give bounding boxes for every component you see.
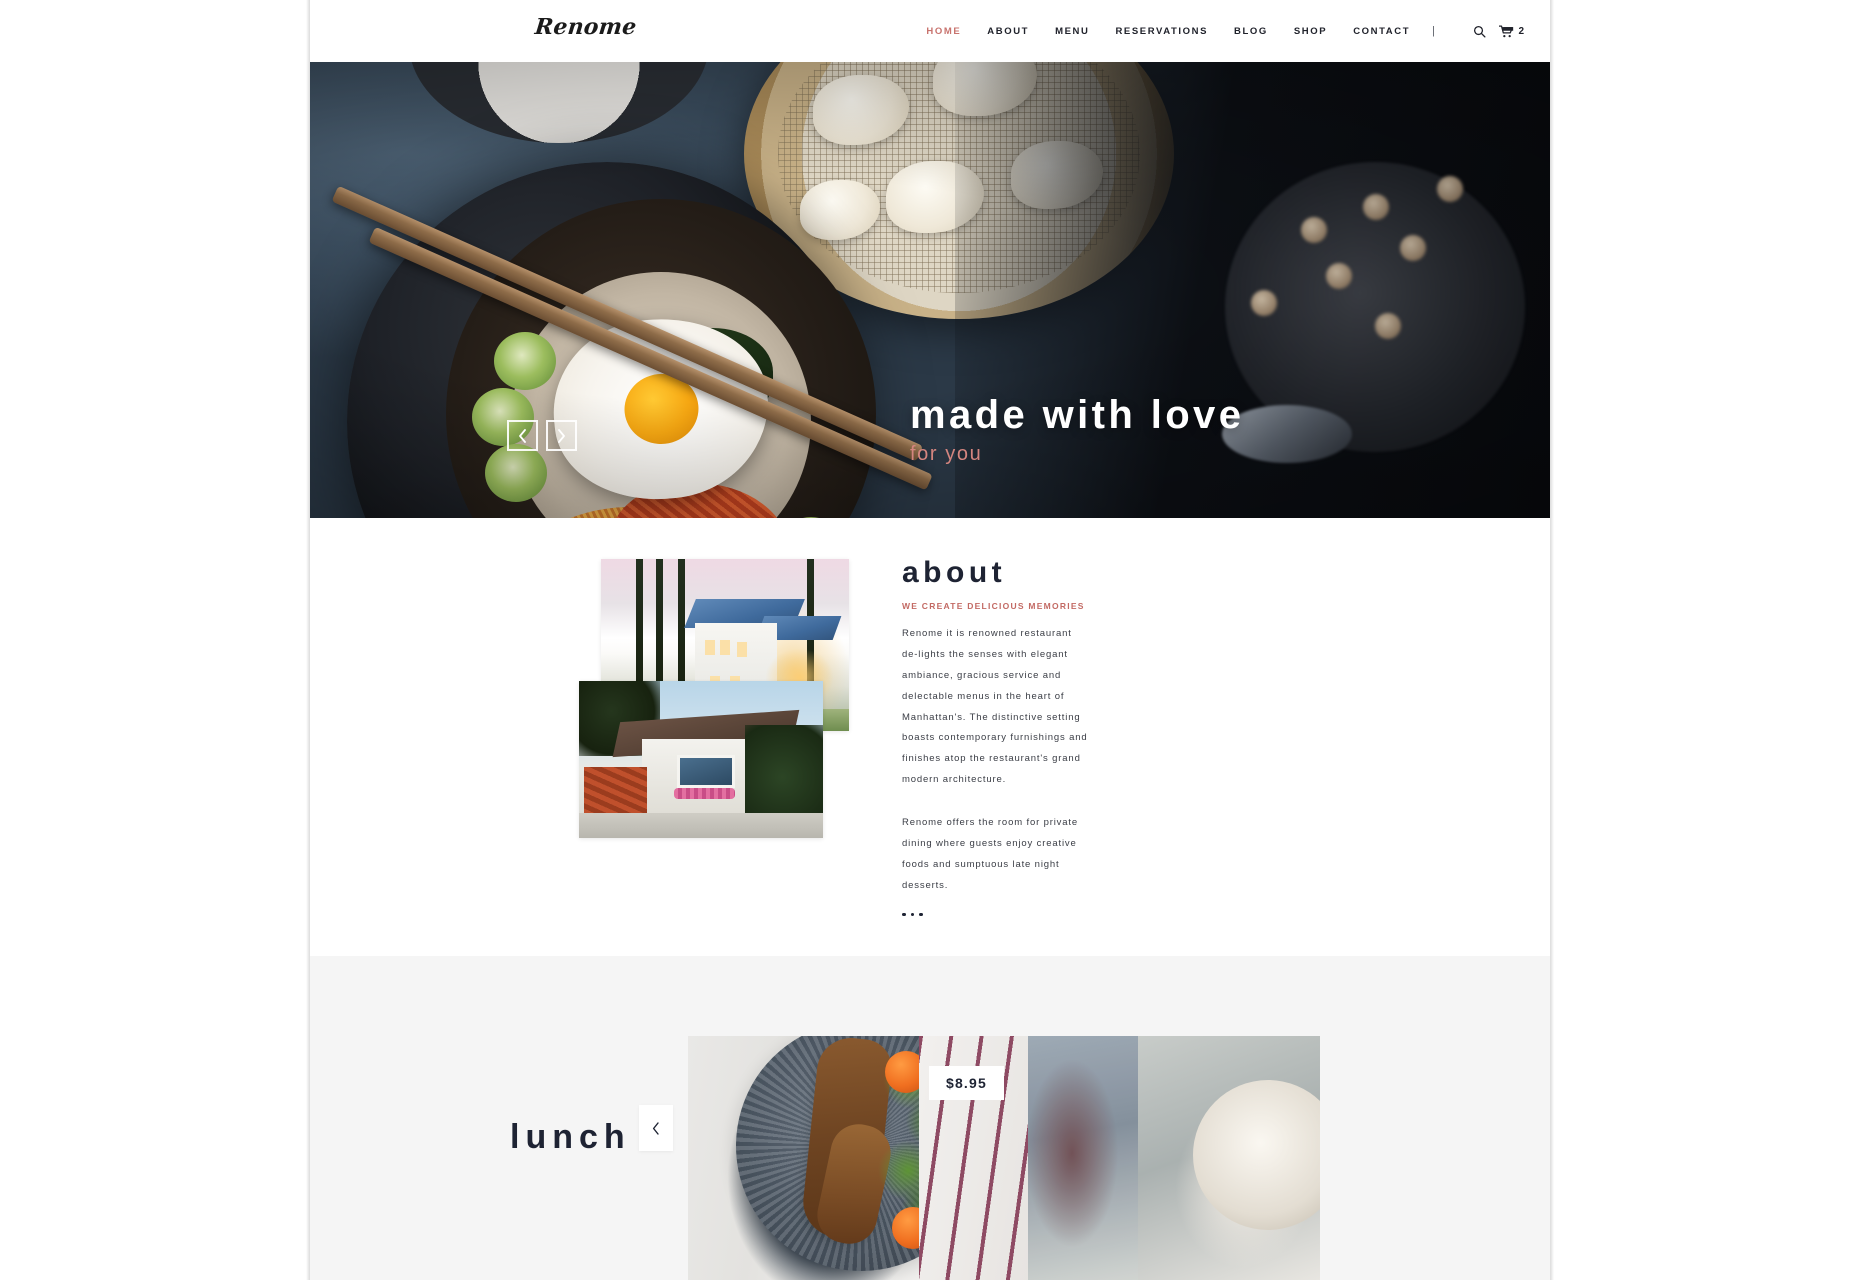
about-text-block: about WE CREATE DELICIOUS MEMORIES Renom… [902,556,1098,917]
main-navigation: HOME ABOUT MENU RESERVATIONS BLOG SHOP C… [913,0,1444,62]
nav-item-contact[interactable]: CONTACT [1340,26,1423,37]
about-image-house [579,681,823,838]
lunch-section: lunch $8.95 [310,956,1550,1280]
hero-slider: made with love for you [310,62,1550,518]
site-header: Renome HOME ABOUT MENU RESERVATIONS BLOG… [310,0,1550,62]
nav-item-blog[interactable]: BLOG [1221,26,1281,37]
nav-item-reservations[interactable]: RESERVATIONS [1102,26,1221,37]
about-paragraph-2: Renome offers the room for private dinin… [902,817,1079,891]
viewport-gutter-right [1550,0,1856,1280]
hero-next-button[interactable] [546,420,577,451]
lunch-slide-2[interactable] [1028,1036,1138,1280]
carousel-edge-fade [1524,956,1550,1280]
about-kicker: WE CREATE DELICIOUS MEMORIES [902,601,1085,611]
about-section: about WE CREATE DELICIOUS MEMORIES Renom… [310,518,1550,956]
lunch-heading: lunch [510,1118,631,1156]
lunch-slide-3[interactable] [1138,1036,1320,1280]
site-logo[interactable]: Renome [534,14,638,40]
nav-item-shop[interactable]: SHOP [1281,26,1340,37]
lunch-prev-button[interactable] [639,1105,673,1151]
nav-item-home[interactable]: HOME [913,26,974,37]
hero-slider-controls [507,420,577,451]
viewport-gutter-left [0,0,310,1280]
about-image-stack [579,559,879,838]
nav-separator: | [1432,25,1435,37]
page-container: Renome HOME ABOUT MENU RESERVATIONS BLOG… [310,0,1550,1280]
about-ellipsis-decor [902,912,1098,917]
hero-title: made with love [910,393,1245,437]
header-tools: 2 [1473,0,1524,62]
hero-prev-button[interactable] [507,420,538,451]
cart-count-badge: 2 [1518,25,1524,37]
nav-item-about[interactable]: ABOUT [974,26,1042,37]
search-icon[interactable] [1473,25,1486,38]
about-paragraph-1: Renome it is renowned restaurant de-ligh… [902,628,1088,786]
about-heading: about [902,556,1007,589]
nav-item-menu[interactable]: MENU [1042,26,1102,37]
screenshot-canvas: Renome HOME ABOUT MENU RESERVATIONS BLOG… [0,0,1856,1280]
lunch-price-badge: $8.95 [928,1066,1004,1100]
hero-caption: made with love for you [910,394,1244,466]
lunch-slide-1[interactable]: $8.95 [688,1036,1028,1280]
hero-subtitle: for you [910,443,983,465]
lunch-carousel[interactable]: $8.95 [688,1036,1320,1280]
cart-icon[interactable]: 2 [1499,24,1524,38]
